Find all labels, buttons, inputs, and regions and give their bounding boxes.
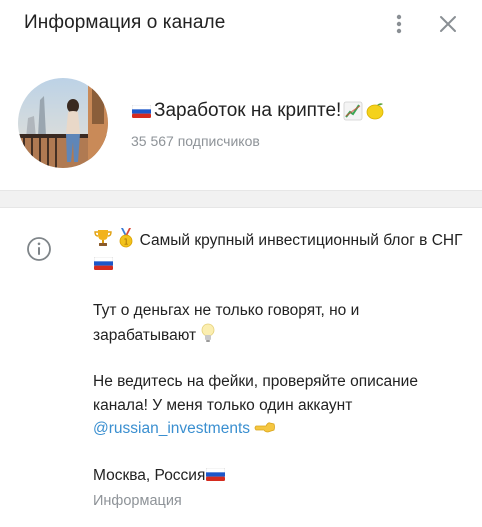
svg-text:1: 1: [124, 238, 129, 247]
russia-flag-icon: [132, 105, 151, 118]
description-line-1: Самый крупный инвестиционный блог в СНГ: [139, 232, 463, 249]
russia-flag-icon: [206, 468, 225, 481]
trophy-emoji-icon: [94, 230, 112, 246]
more-vertical-icon: [396, 14, 402, 34]
russia-flag-icon: [94, 257, 113, 270]
location-text: Москва, Россия: [93, 466, 206, 484]
lemon-emoji-icon: [366, 103, 384, 120]
description-line-2: Тут о деньгах не только говорят, но и за…: [93, 302, 360, 344]
pointing-left-hand-emoji-icon: [254, 422, 276, 433]
channel-username-link[interactable]: @russian_investments: [93, 420, 250, 437]
channel-description: 1 Самый крупный инвестиционный блог в СН…: [93, 228, 463, 487]
lightbulb-emoji-icon: [201, 323, 215, 342]
description-line-3: Не ведитесь на фейки, проверяйте описани…: [93, 373, 418, 414]
close-icon: [440, 16, 456, 32]
channel-profile: Заработок на крипте! 35 567 подписчиков: [0, 60, 482, 188]
channel-name: Заработок на крипте!: [131, 100, 385, 122]
dialog-header: Информация о канале: [0, 0, 482, 50]
chart-emoji-icon: [343, 101, 363, 121]
dialog-title: Информация о канале: [24, 12, 226, 33]
info-icon: [27, 237, 51, 261]
channel-info-section: 1 Самый крупный инвестиционный блог в СН…: [0, 208, 482, 527]
info-caption: Информация: [93, 493, 182, 509]
close-button[interactable]: [433, 9, 463, 39]
channel-avatar[interactable]: [18, 78, 108, 168]
channel-name-text: Заработок на крипте!: [154, 100, 342, 121]
subscriber-count: 35 567 подписчиков: [131, 133, 260, 149]
medal-emoji-icon: 1: [119, 228, 133, 248]
more-options-button[interactable]: [384, 9, 414, 39]
section-divider: [0, 190, 482, 208]
